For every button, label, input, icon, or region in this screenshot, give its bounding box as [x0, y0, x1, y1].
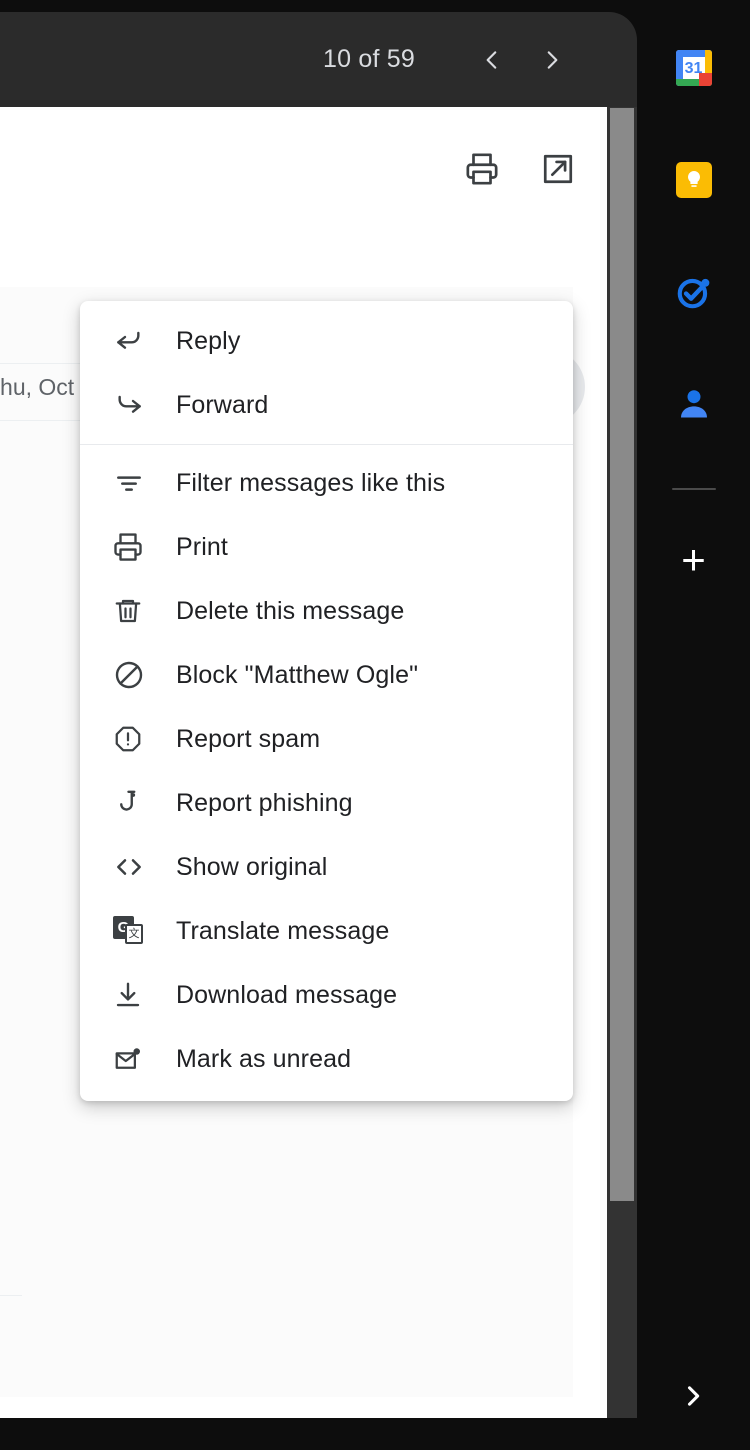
plus-icon: + [681, 536, 706, 583]
menu-item-label: Report spam [176, 724, 321, 753]
rail-item-tasks[interactable] [666, 264, 722, 320]
google-keep-icon [675, 162, 712, 198]
message-toolbar-actions [0, 147, 607, 191]
print-icon [113, 532, 153, 562]
google-contacts-icon [680, 390, 707, 418]
menu-item-block-sender[interactable]: Block "Matthew Ogle" [80, 643, 573, 707]
message-more-options-menu: Reply Forward Filter messages like this [80, 301, 573, 1101]
rail-item-add-panel[interactable]: + [666, 532, 722, 588]
calendar-day-number: 31 [684, 59, 703, 77]
message-pager-toolbar: 10 of 59 [0, 12, 637, 107]
menu-item-filter-messages[interactable]: Filter messages like this [80, 451, 573, 515]
menu-separator [80, 444, 573, 445]
rail-item-calendar[interactable]: 31 [666, 40, 722, 96]
menu-item-show-original[interactable]: Show original [80, 835, 573, 899]
report-spam-icon [113, 724, 153, 754]
menu-item-label: Download message [176, 980, 398, 1009]
previous-message-button[interactable] [469, 37, 515, 83]
menu-item-translate-message[interactable]: G 文 Translate message [80, 899, 573, 963]
rail-item-keep[interactable] [666, 152, 722, 208]
bottom-black-strip [0, 1418, 637, 1450]
mark-unread-icon [113, 1044, 153, 1074]
chevron-right-icon [687, 1386, 700, 1406]
translate-icon: G 文 [113, 916, 153, 946]
rail-item-contacts[interactable] [666, 376, 722, 432]
menu-item-label: Report phishing [176, 788, 353, 817]
open-in-new-icon [543, 154, 573, 184]
app-window: 10 of 59 hu, Oct Reply Forward Filter me… [0, 0, 750, 1450]
menu-item-label: Forward [176, 390, 269, 419]
expand-side-panel-button[interactable] [665, 1368, 721, 1424]
menu-item-label: Reply [176, 326, 241, 355]
chevron-left-icon [486, 50, 497, 69]
menu-item-delete-message[interactable]: Delete this message [80, 579, 573, 643]
menu-item-print[interactable]: Print [80, 515, 573, 579]
block-icon [113, 659, 153, 691]
menu-item-report-spam[interactable]: Report spam [80, 707, 573, 771]
top-black-strip [0, 0, 637, 12]
google-calendar-icon: 31 [675, 50, 712, 86]
print-message-button[interactable] [460, 147, 504, 191]
menu-item-label: Filter messages like this [176, 468, 446, 497]
phishing-hook-icon [113, 788, 153, 818]
vertical-scrollbar-thumb[interactable] [610, 108, 634, 1201]
print-icon [466, 153, 498, 185]
rail-divider [671, 488, 716, 490]
menu-item-label: Show original [176, 852, 328, 881]
open-in-new-window-button[interactable] [536, 147, 580, 191]
menu-item-label: Print [176, 532, 228, 561]
forward-icon [113, 389, 153, 421]
menu-item-download-message[interactable]: Download message [80, 963, 573, 1027]
translate-char-glyph: 文 [125, 924, 143, 944]
filter-icon [113, 467, 153, 499]
menu-item-label: Block "Matthew Ogle" [176, 660, 419, 689]
menu-item-forward[interactable]: Forward [80, 373, 573, 437]
trash-icon [113, 596, 153, 626]
menu-item-label: Translate message [176, 916, 390, 945]
menu-item-label: Delete this message [176, 596, 405, 625]
code-brackets-icon [113, 851, 153, 883]
pane-divider-bottom [0, 1295, 22, 1296]
menu-item-report-phishing[interactable]: Report phishing [80, 771, 573, 835]
menu-item-reply[interactable]: Reply [80, 309, 573, 373]
menu-item-mark-as-unread[interactable]: Mark as unread [80, 1027, 573, 1091]
download-icon [113, 980, 153, 1010]
next-message-button[interactable] [529, 37, 575, 83]
google-tasks-icon [677, 278, 709, 309]
side-panel-rail: 31 + [637, 0, 750, 1450]
pager-count-label: 10 of 59 [323, 45, 415, 73]
menu-item-label: Mark as unread [176, 1044, 352, 1073]
chevron-right-icon [547, 50, 558, 69]
reply-icon [113, 325, 153, 357]
